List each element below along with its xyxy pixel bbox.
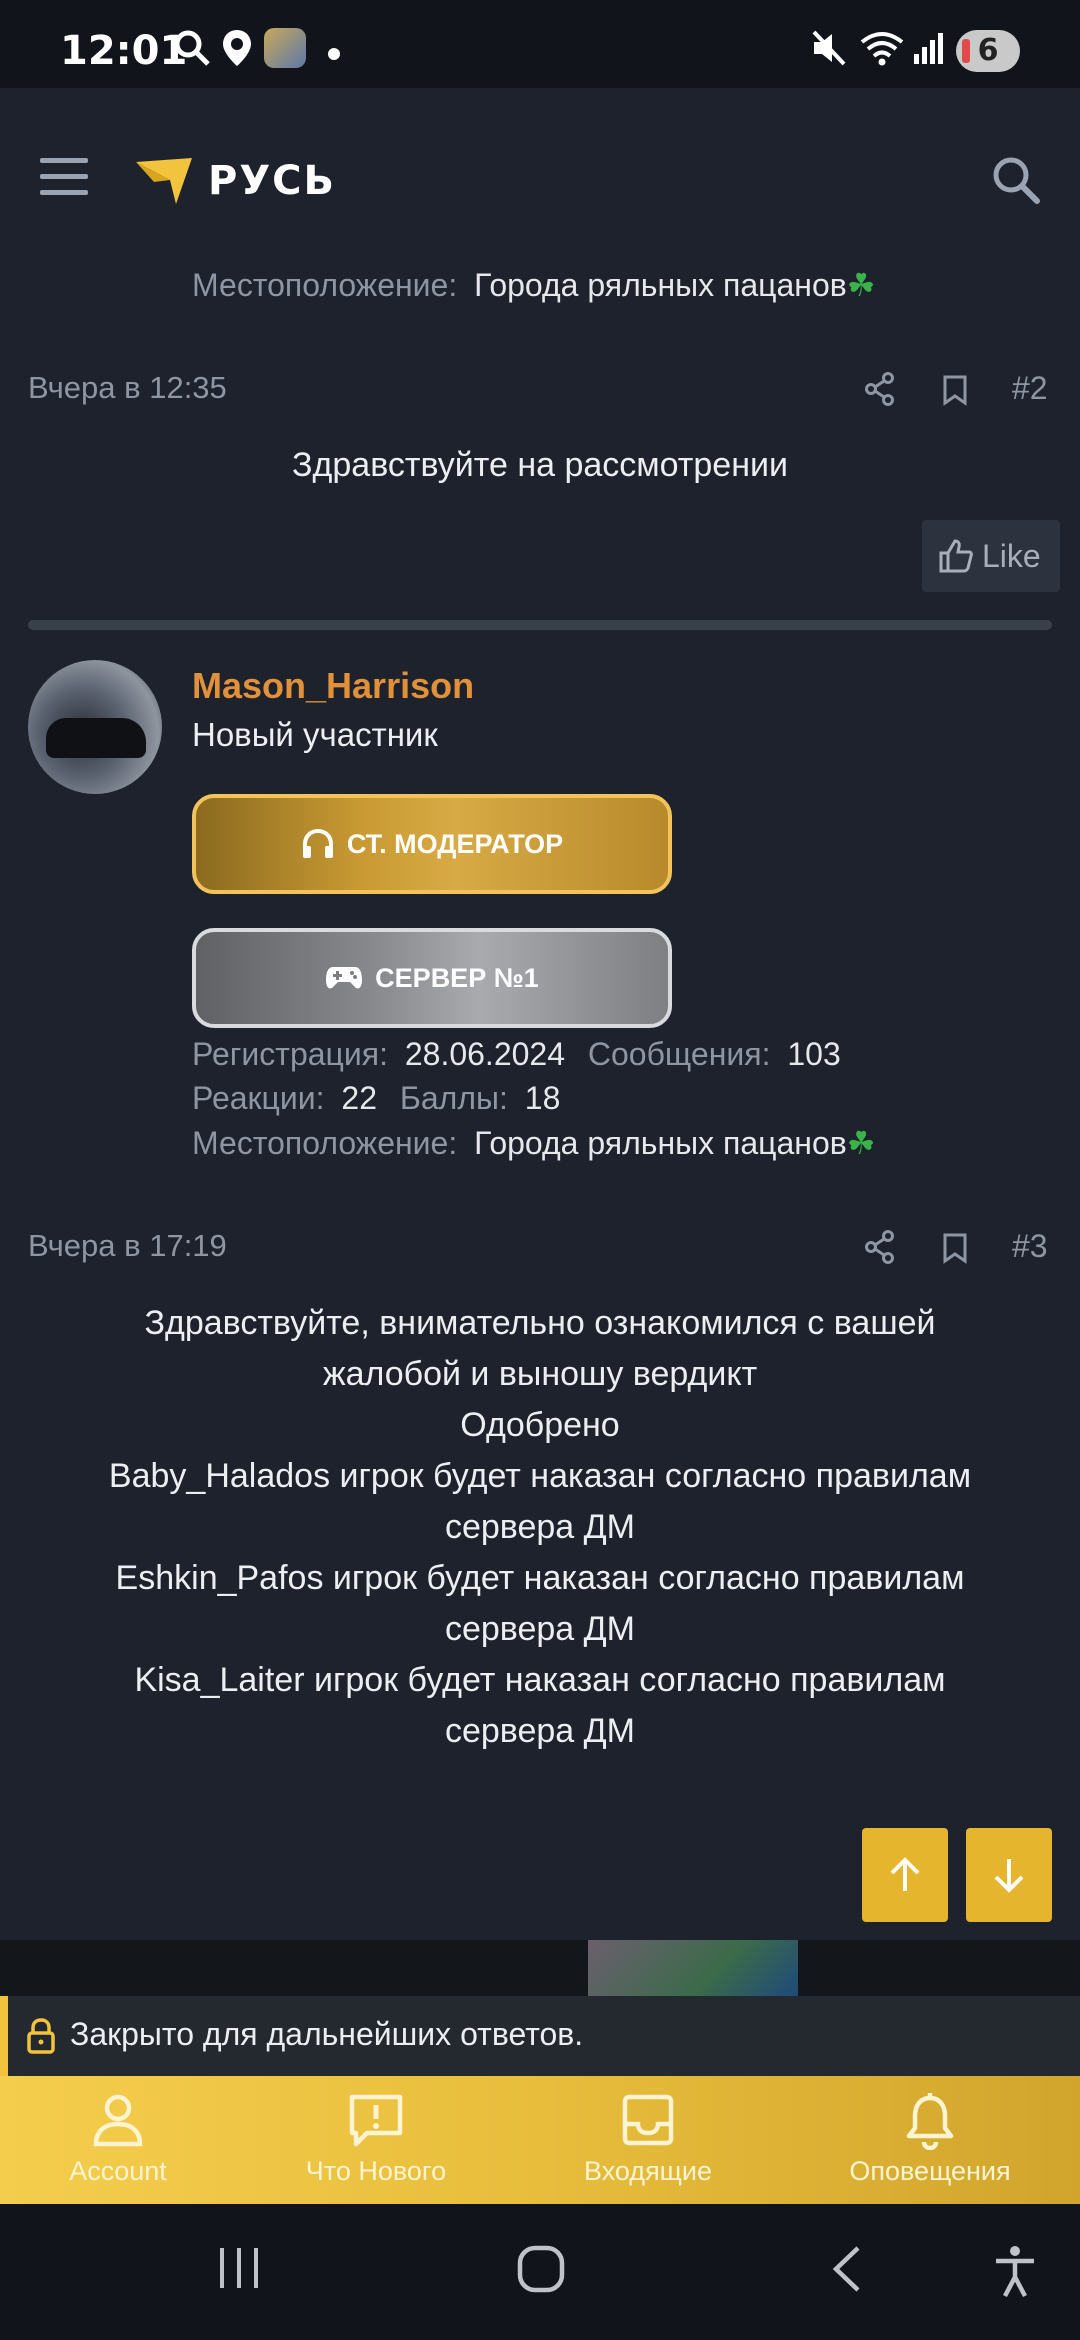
post-line: сервера ДМ <box>444 1508 636 1546</box>
post-line: сервера ДМ <box>444 1712 636 1750</box>
nav-label: Что Нового <box>305 2156 447 2186</box>
background-strip <box>0 1940 1080 1996</box>
reactions-value: 22 <box>341 1080 377 1116</box>
post-line: Eshkin_Pafos игрок будет наказан согласн… <box>115 1559 965 1597</box>
messages-value: 103 <box>787 1036 841 1072</box>
avatar[interactable] <box>28 660 162 794</box>
wifi-icon <box>860 32 904 66</box>
closed-notice: Закрыто для дальнейших ответов. <box>0 1996 1080 2076</box>
location-status-icon <box>223 30 251 66</box>
post-divider <box>28 620 1052 630</box>
reactions-label: Реакции: <box>192 1080 325 1116</box>
nav-inbox[interactable]: Входящие <box>548 2076 748 2204</box>
bookmark-icon[interactable] <box>942 1232 968 1264</box>
dot-icon <box>328 48 340 60</box>
registration-label: Регистрация: <box>192 1036 388 1072</box>
post-body: Здравствуйте, внимательно ознакомился с … <box>40 1298 1040 1757</box>
post-number[interactable]: #2 <box>1012 370 1048 407</box>
search-status-icon <box>174 30 210 66</box>
notice-accent <box>0 1996 8 2076</box>
arrow-up-icon <box>890 1857 920 1891</box>
stats-row-1: Регистрация: 28.06.2024 Сообщения: 103 <box>192 1036 841 1073</box>
location-label: Местоположение: <box>192 1125 458 1161</box>
post-line: Одобрено <box>460 1406 620 1444</box>
nav-label: Входящие <box>583 2156 712 2186</box>
nav-whats-new[interactable]: Что Нового <box>276 2076 476 2204</box>
server-badge-label: СЕРВЕР №1 <box>375 963 539 993</box>
system-nav-bar <box>0 2204 1080 2340</box>
post-line: Здравствуйте, внимательно ознакомился с … <box>144 1304 936 1342</box>
server-badge: СЕРВЕР №1 <box>192 928 672 1028</box>
lock-icon <box>27 2018 55 2054</box>
nav-label: Account <box>69 2156 167 2186</box>
scroll-down-button[interactable] <box>966 1828 1052 1922</box>
post-date[interactable]: Вчера в 12:35 <box>28 370 227 406</box>
logo-icon <box>136 158 192 204</box>
logo-text[interactable]: РУСЬ <box>208 158 336 204</box>
post-line: сервера ДМ <box>444 1610 636 1648</box>
home-icon[interactable] <box>516 2244 566 2294</box>
moderator-badge: СТ. МОДЕРАТОР <box>192 794 672 894</box>
nav-notifications[interactable]: Оповещения <box>830 2076 1030 2204</box>
share-icon[interactable] <box>864 372 896 406</box>
username[interactable]: Mason_Harrison <box>192 665 474 707</box>
location-label: Местоположение: <box>192 267 458 303</box>
post-number[interactable]: #3 <box>1012 1228 1048 1265</box>
like-button[interactable]: Like <box>922 520 1060 592</box>
previous-author-location: Местоположение: Города ряльных пацанов☘ <box>192 266 875 304</box>
bookmark-icon[interactable] <box>942 374 968 406</box>
clover-emoji: ☘ <box>846 267 876 303</box>
mute-icon <box>812 30 846 66</box>
post-line: Baby_Halados игрок будет наказан согласн… <box>108 1457 972 1495</box>
recents-icon[interactable] <box>216 2244 262 2292</box>
gamepad-icon <box>326 967 363 989</box>
user-icon <box>93 2094 143 2147</box>
points-label: Баллы: <box>399 1080 508 1116</box>
app-status-icon <box>264 28 306 68</box>
registration-value: 28.06.2024 <box>404 1036 565 1072</box>
bottom-nav: Account Что Нового Входящие Оповещения <box>0 2076 1080 2204</box>
moderator-badge-label: СТ. МОДЕРАТОР <box>346 829 564 859</box>
news-icon <box>349 2094 403 2147</box>
bell-icon <box>906 2093 954 2150</box>
post-line: Kisa_Laiter игрок будет наказан согласно… <box>134 1661 946 1699</box>
location-value: Города ряльных пацанов <box>474 267 847 303</box>
share-icon[interactable] <box>864 1230 896 1264</box>
location-value: Города ряльных пацанов <box>474 1125 847 1161</box>
search-icon[interactable] <box>990 154 1042 206</box>
post-body: Здравствуйте на рассмотрении <box>292 446 788 484</box>
post-line: жалобой и выношу вердикт <box>322 1355 758 1393</box>
inbox-icon <box>622 2094 674 2146</box>
thumbs-up-icon <box>939 539 973 573</box>
points-value: 18 <box>524 1080 561 1116</box>
closed-notice-text: Закрыто для дальнейших ответов. <box>70 2016 584 2052</box>
accessibility-icon[interactable] <box>992 2244 1038 2300</box>
back-icon[interactable] <box>828 2244 864 2294</box>
stats-row-3: Местоположение: Города ряльных пацанов☘ <box>192 1124 875 1162</box>
app-header: РУСЬ <box>0 88 1080 268</box>
notification-count-badge: 6 <box>956 30 1020 72</box>
nav-label: Оповещения <box>849 2156 1011 2186</box>
status-bar: 12:01 6 <box>0 0 1080 88</box>
signal-icon <box>914 33 943 64</box>
like-label: Like <box>982 538 1041 574</box>
messages-label: Сообщения: <box>587 1036 771 1072</box>
status-time: 12:01 <box>60 28 188 74</box>
user-title: Новый участник <box>192 716 438 753</box>
scroll-up-button[interactable] <box>862 1828 948 1922</box>
headphones-icon <box>302 828 333 858</box>
map-thumbnail <box>588 1940 798 1996</box>
nav-account[interactable]: Account <box>20 2076 216 2204</box>
stats-row-2: Реакции: 22 Баллы: 18 <box>192 1080 560 1117</box>
menu-icon[interactable] <box>40 158 92 198</box>
post-date[interactable]: Вчера в 17:19 <box>28 1228 227 1264</box>
arrow-down-icon <box>994 1859 1024 1893</box>
clover-emoji: ☘ <box>846 1125 876 1161</box>
